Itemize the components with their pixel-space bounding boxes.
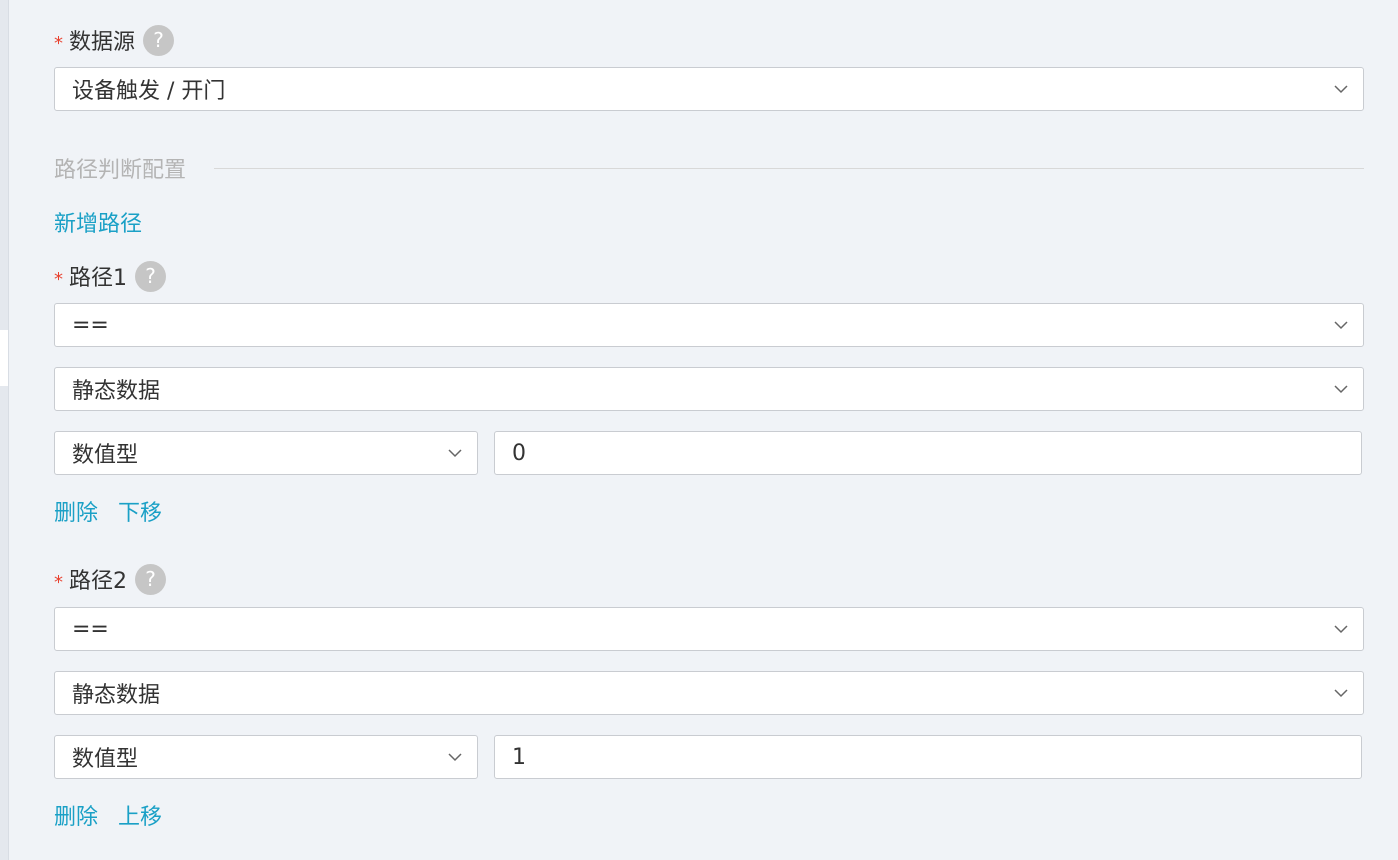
left-edge-panel	[0, 0, 9, 860]
chevron-down-icon	[1334, 625, 1348, 634]
path-1-value-input[interactable]: 0	[494, 431, 1362, 475]
left-edge-tab	[0, 330, 8, 386]
help-icon[interactable]: ?	[135, 260, 166, 292]
section-title: 路径判断配置	[54, 158, 187, 183]
data-source-label: 数据源	[69, 30, 136, 55]
path-2-data-type-select[interactable]: 静态数据	[54, 671, 1364, 715]
path-1-operator-value: ==	[72, 312, 109, 338]
required-mark: *	[54, 32, 63, 54]
data-source-value: 设备触发 / 开门	[72, 79, 226, 104]
path-1-delete-link[interactable]: 删除	[54, 495, 98, 527]
path-2-delete-link[interactable]: 删除	[54, 799, 98, 831]
path-1-label-row: * 路径1 ?	[54, 259, 166, 293]
help-icon[interactable]: ?	[135, 563, 166, 595]
chevron-down-icon	[448, 753, 462, 762]
path-2-operator-select[interactable]: ==	[54, 607, 1364, 651]
chevron-down-icon	[1334, 85, 1348, 94]
path-2-value-type-select[interactable]: 数值型	[54, 735, 478, 779]
path-2-data-type-value: 静态数据	[72, 683, 161, 708]
path-2-value: 1	[512, 744, 526, 770]
path-1-operator-select[interactable]: ==	[54, 303, 1364, 347]
path-2-move-up-link[interactable]: 上移	[118, 799, 162, 831]
path-2-label-row: * 路径2 ?	[54, 562, 166, 596]
path-2-label: 路径2	[69, 569, 127, 594]
chevron-down-icon	[1334, 321, 1348, 330]
path-1-label: 路径1	[69, 266, 127, 291]
data-source-label-row: * 数据源 ?	[54, 23, 175, 57]
path-2-value-type-value: 数值型	[72, 747, 139, 772]
path-1-data-type-value: 静态数据	[72, 379, 161, 404]
chevron-down-icon	[1334, 689, 1348, 698]
required-mark: *	[54, 571, 63, 593]
path-1-value-type-value: 数值型	[72, 443, 139, 468]
chevron-down-icon	[448, 449, 462, 458]
chevron-down-icon	[1334, 385, 1348, 394]
path-2-value-input[interactable]: 1	[494, 735, 1362, 779]
section-divider	[214, 168, 1364, 169]
help-icon[interactable]: ?	[143, 24, 175, 56]
path-1-move-down-link[interactable]: 下移	[118, 495, 162, 527]
add-path-link[interactable]: 新增路径	[54, 206, 142, 238]
path-1-value: 0	[512, 440, 526, 466]
required-mark: *	[54, 268, 63, 290]
data-source-select[interactable]: 设备触发 / 开门	[54, 67, 1364, 111]
path-1-value-type-select[interactable]: 数值型	[54, 431, 478, 475]
path-1-data-type-select[interactable]: 静态数据	[54, 367, 1364, 411]
path-2-operator-value: ==	[72, 616, 109, 642]
